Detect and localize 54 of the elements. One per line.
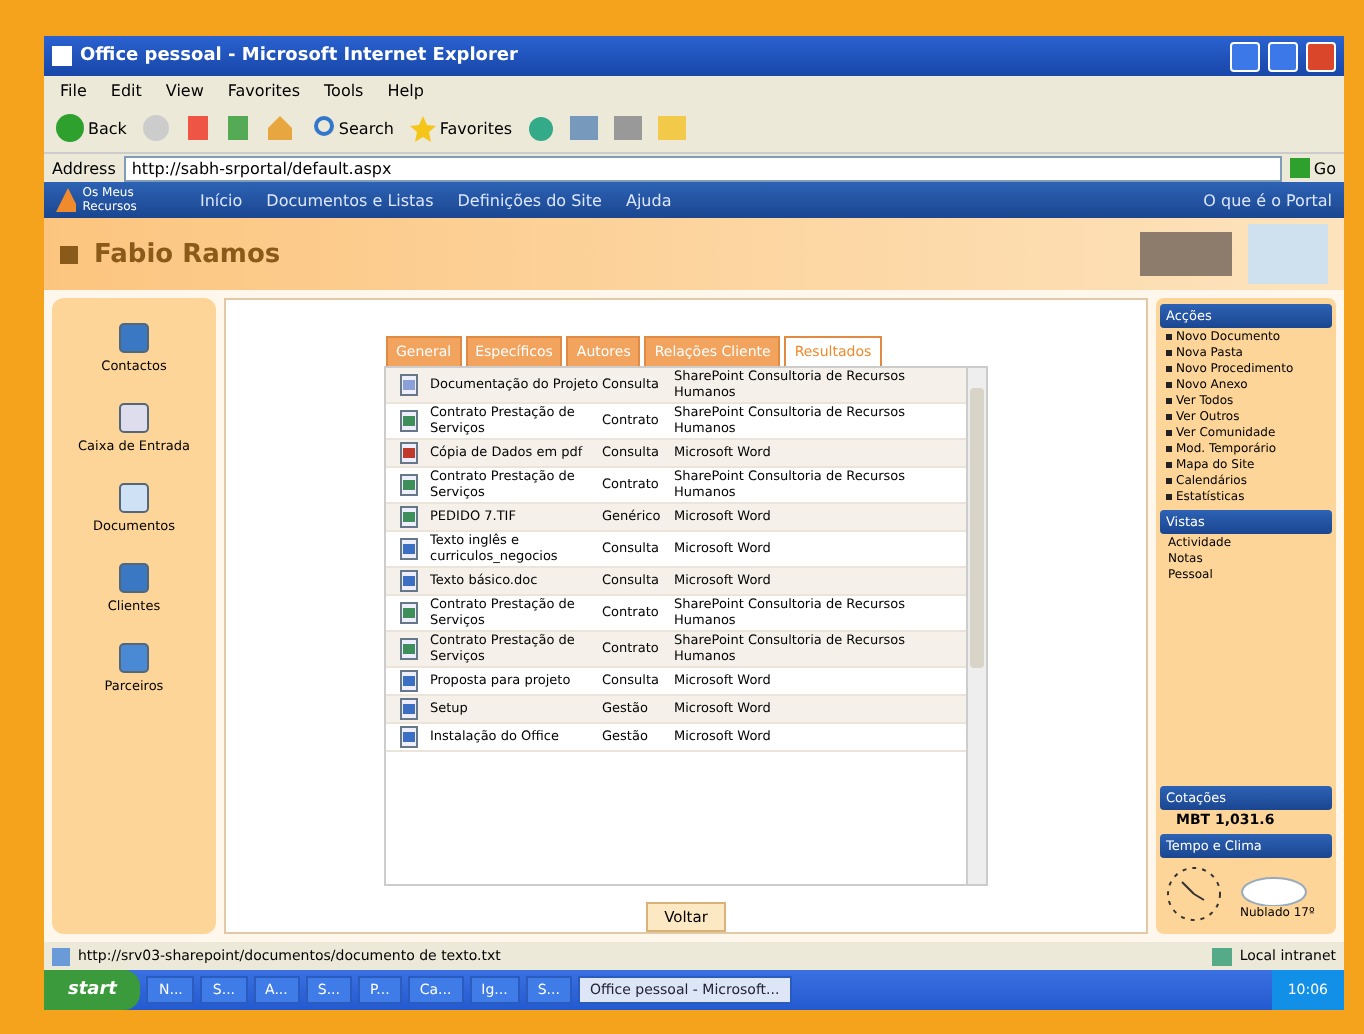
scrollbar[interactable]: [966, 368, 986, 884]
menu-item[interactable]: Help: [387, 81, 424, 99]
file-icon: [399, 410, 417, 432]
clock-icon: [1164, 864, 1224, 924]
star-icon: [409, 115, 436, 141]
address-label: Address: [52, 159, 116, 177]
file-icon: [399, 602, 417, 624]
bullet-icon: [1166, 478, 1172, 484]
minimize-button[interactable]: [1230, 41, 1260, 71]
bullet-icon: [1166, 350, 1172, 356]
file-icon: [399, 638, 417, 660]
menu-item[interactable]: Favorites: [227, 81, 301, 99]
menu-item[interactable]: View: [165, 81, 204, 99]
file-icon: [399, 538, 417, 560]
file-icon: [399, 570, 417, 592]
go-button[interactable]: Go: [1289, 158, 1336, 178]
bullet-icon: [1166, 414, 1172, 420]
nav-link[interactable]: Ajuda: [625, 191, 672, 209]
file-icon: [399, 726, 417, 748]
file-icon: [399, 474, 417, 496]
user-name: Fabio Ramos: [94, 239, 283, 269]
file-icon: [399, 670, 417, 692]
bullet-icon: [1166, 334, 1172, 340]
bullet-icon: [1166, 366, 1172, 372]
bullet-icon: [1166, 398, 1172, 404]
nav-link[interactable]: Definições do Site: [457, 191, 602, 209]
bullet-icon: [1166, 494, 1172, 500]
back-button[interactable]: Back: [56, 114, 127, 142]
search-icon: [310, 116, 335, 140]
start-button[interactable]: start: [44, 970, 141, 1010]
search-button[interactable]: Search: [310, 116, 394, 140]
file-icon: [399, 442, 417, 464]
nav-link[interactable]: Início: [200, 191, 243, 209]
document-drawing: [1248, 224, 1328, 284]
file-icon: [399, 374, 417, 396]
bullet-icon: [1166, 382, 1172, 388]
file-icon: [399, 506, 417, 528]
menu-item[interactable]: Edit: [110, 81, 142, 99]
window-title: Office pessoal - Microsoft Internet Explorer: [80, 46, 518, 66]
file-icon: [399, 698, 417, 720]
favorites-button[interactable]: Favorites: [409, 115, 513, 141]
bullet-icon: [1166, 462, 1172, 468]
bullet-icon: [1166, 430, 1172, 436]
nav-link[interactable]: O que é o Portal: [1203, 191, 1332, 209]
photo-placeholder: [1140, 232, 1232, 276]
home-icon[interactable]: [266, 114, 295, 142]
close-button[interactable]: [1306, 41, 1336, 71]
menu-item[interactable]: File: [60, 81, 87, 99]
address-field[interactable]: http://sabh-srportal/default.aspx: [123, 155, 1282, 181]
triangle-icon: [56, 188, 77, 212]
bullet-icon: [1166, 446, 1172, 452]
nav-link[interactable]: Documentos e Listas: [266, 191, 434, 209]
maximize-button[interactable]: [1268, 41, 1298, 71]
menu-item[interactable]: Tools: [324, 81, 364, 99]
